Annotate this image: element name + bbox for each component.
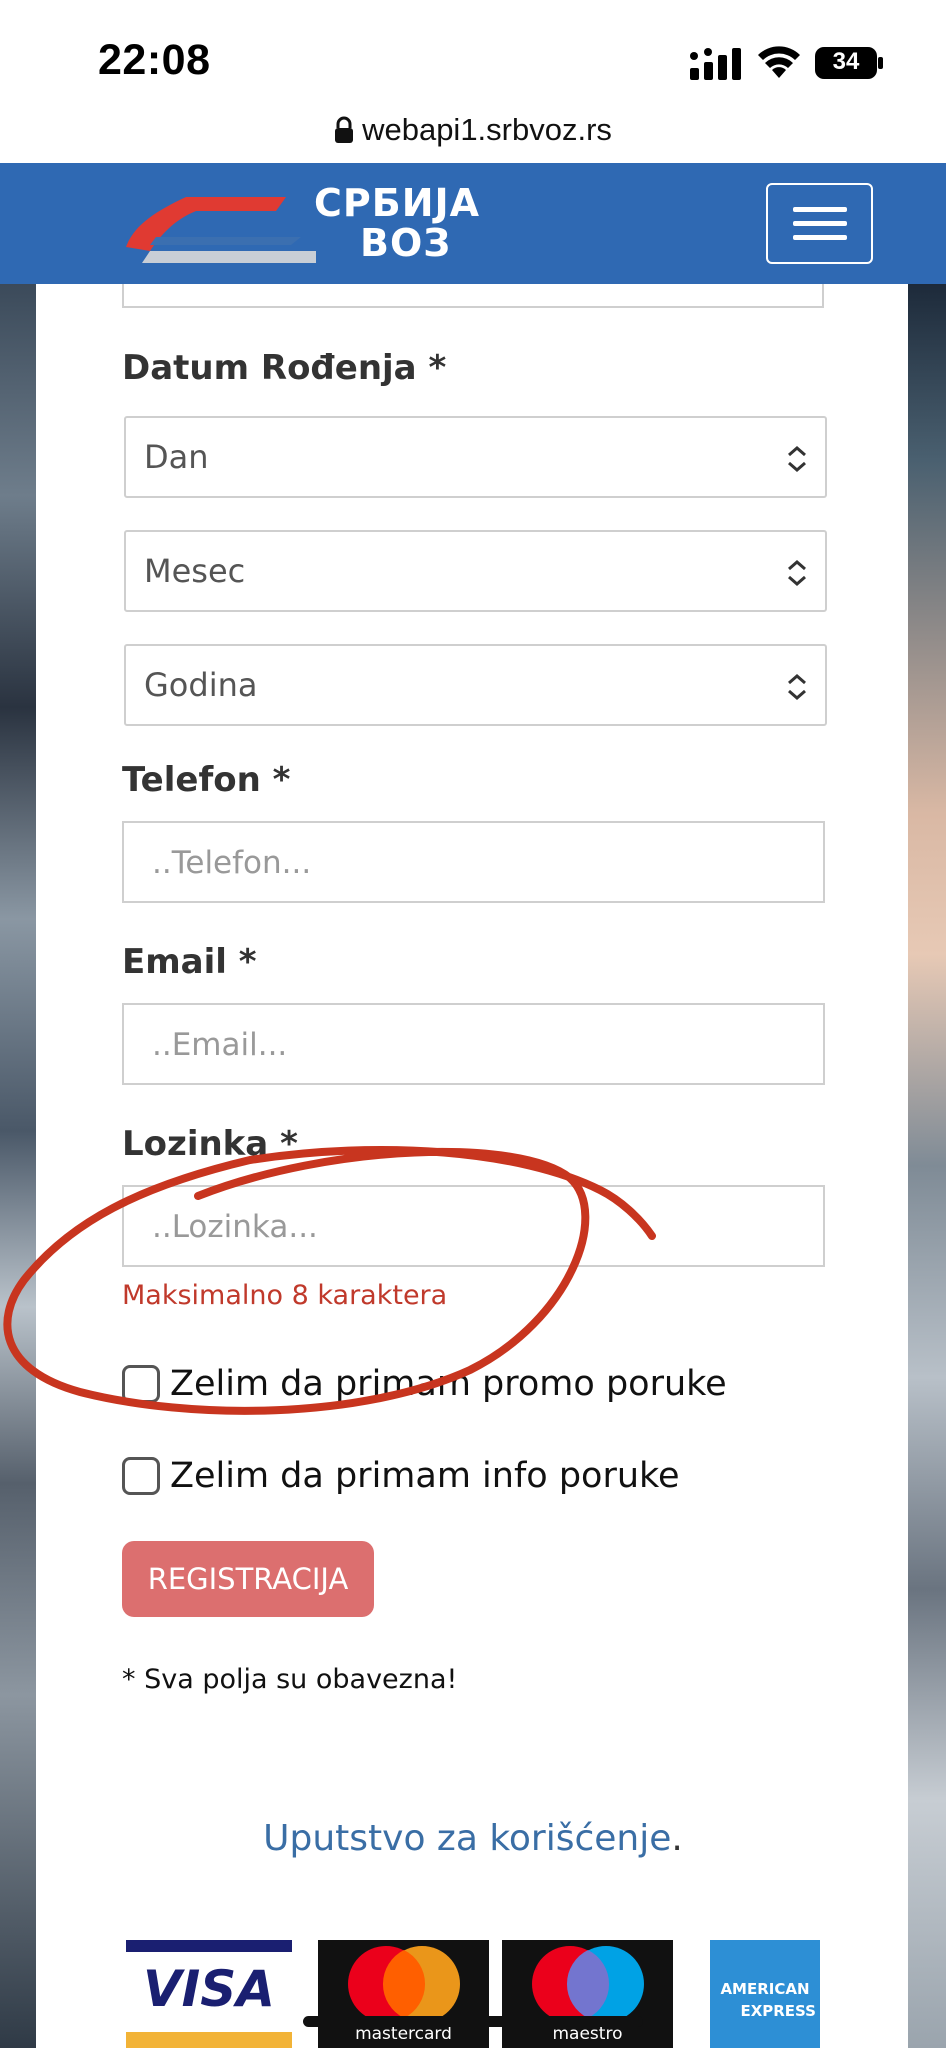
background-photo-left — [0, 284, 36, 2048]
month-select[interactable]: Mesec — [124, 530, 827, 612]
mastercard-logo-text: mastercard — [355, 2024, 452, 2044]
promo-checkbox-label: Zelim da primam promo poruke — [170, 1364, 727, 1404]
logo-text-srbija: СРБИЈА — [314, 181, 481, 225]
promo-checkbox-row[interactable]: Zelim da primam promo poruke — [122, 1364, 727, 1404]
select-chevrons-icon — [788, 446, 806, 472]
amex-logo-text-line2: EXPRESS — [740, 2002, 816, 2020]
visa-logo-text: VISA — [142, 1960, 275, 2018]
day-select-value: Dan — [144, 438, 209, 476]
year-select-value: Godina — [144, 666, 258, 704]
email-label: Email * — [122, 942, 257, 982]
year-select[interactable]: Godina — [124, 644, 827, 726]
hamburger-line — [793, 221, 847, 226]
home-indicator[interactable] — [303, 2016, 643, 2027]
payment-logos: VISA mastercard maestro AMERICAN EXPRESS — [0, 1940, 946, 2048]
american-express-logo: AMERICAN EXPRESS — [710, 1940, 820, 2048]
birth-date-label: Datum Rođenja * — [122, 348, 447, 388]
maestro-logo-text: maestro — [552, 2024, 623, 2044]
address-bar[interactable]: webapi1.srbvoz.rs — [0, 104, 946, 162]
logo-text-voz: ВОЗ — [360, 221, 452, 265]
password-label: Lozinka * — [122, 1124, 298, 1164]
wifi-icon — [758, 46, 800, 78]
logo-mark-icon — [126, 197, 316, 263]
amex-logo-text-line1: AMERICAN — [720, 1980, 810, 1998]
user-guide-link[interactable]: Uputstvo za korišćenje — [263, 1818, 671, 1859]
phone-placeholder: ..Telefon... — [152, 845, 312, 881]
background-photo-right — [908, 284, 946, 2048]
info-checkbox[interactable] — [122, 1457, 160, 1495]
registration-button[interactable]: REGISTRACIJA — [122, 1541, 374, 1617]
email-input[interactable]: ..Email... — [122, 1003, 825, 1085]
status-time: 22:08 — [98, 36, 211, 84]
hamburger-line — [793, 207, 847, 212]
password-max-length-hint: Maksimalno 8 karaktera — [122, 1280, 448, 1311]
select-chevrons-icon — [788, 674, 806, 700]
lock-icon — [335, 116, 354, 143]
password-placeholder: ..Lozinka... — [152, 1209, 318, 1245]
maestro-logo: maestro — [502, 1940, 673, 2048]
info-checkbox-label: Zelim da primam info poruke — [170, 1456, 680, 1496]
month-select-value: Mesec — [144, 552, 246, 590]
url-text: webapi1.srbvoz.rs — [362, 112, 612, 147]
help-line: Uputstvo za korišćenje. — [0, 1818, 946, 1859]
day-select[interactable]: Dan — [124, 416, 827, 498]
battery-level: 34 — [832, 48, 860, 75]
promo-checkbox[interactable] — [122, 1365, 160, 1403]
phone-input[interactable]: ..Telefon... — [122, 821, 825, 903]
previous-input-field[interactable] — [122, 284, 824, 308]
cellular-signal-icon — [690, 48, 741, 80]
battery-icon: 34 — [814, 46, 884, 80]
mastercard-logo: mastercard — [318, 1940, 489, 2048]
hamburger-line — [793, 235, 847, 240]
required-fields-note: * Sva polja su obavezna! — [122, 1664, 458, 1695]
email-placeholder: ..Email... — [152, 1027, 288, 1063]
srbija-voz-logo[interactable]: СРБИЈА ВОЗ — [126, 181, 506, 265]
phone-label: Telefon * — [122, 760, 291, 800]
select-chevrons-icon — [788, 560, 806, 586]
password-input[interactable]: ..Lozinka... — [122, 1185, 825, 1267]
info-checkbox-row[interactable]: Zelim da primam info poruke — [122, 1456, 680, 1496]
help-period: . — [671, 1818, 683, 1859]
site-header: СРБИЈА ВОЗ — [0, 163, 946, 284]
status-bar: 22:08 34 — [0, 0, 946, 118]
hamburger-menu-button[interactable] — [766, 183, 873, 264]
visa-logo: VISA — [124, 1940, 294, 2048]
